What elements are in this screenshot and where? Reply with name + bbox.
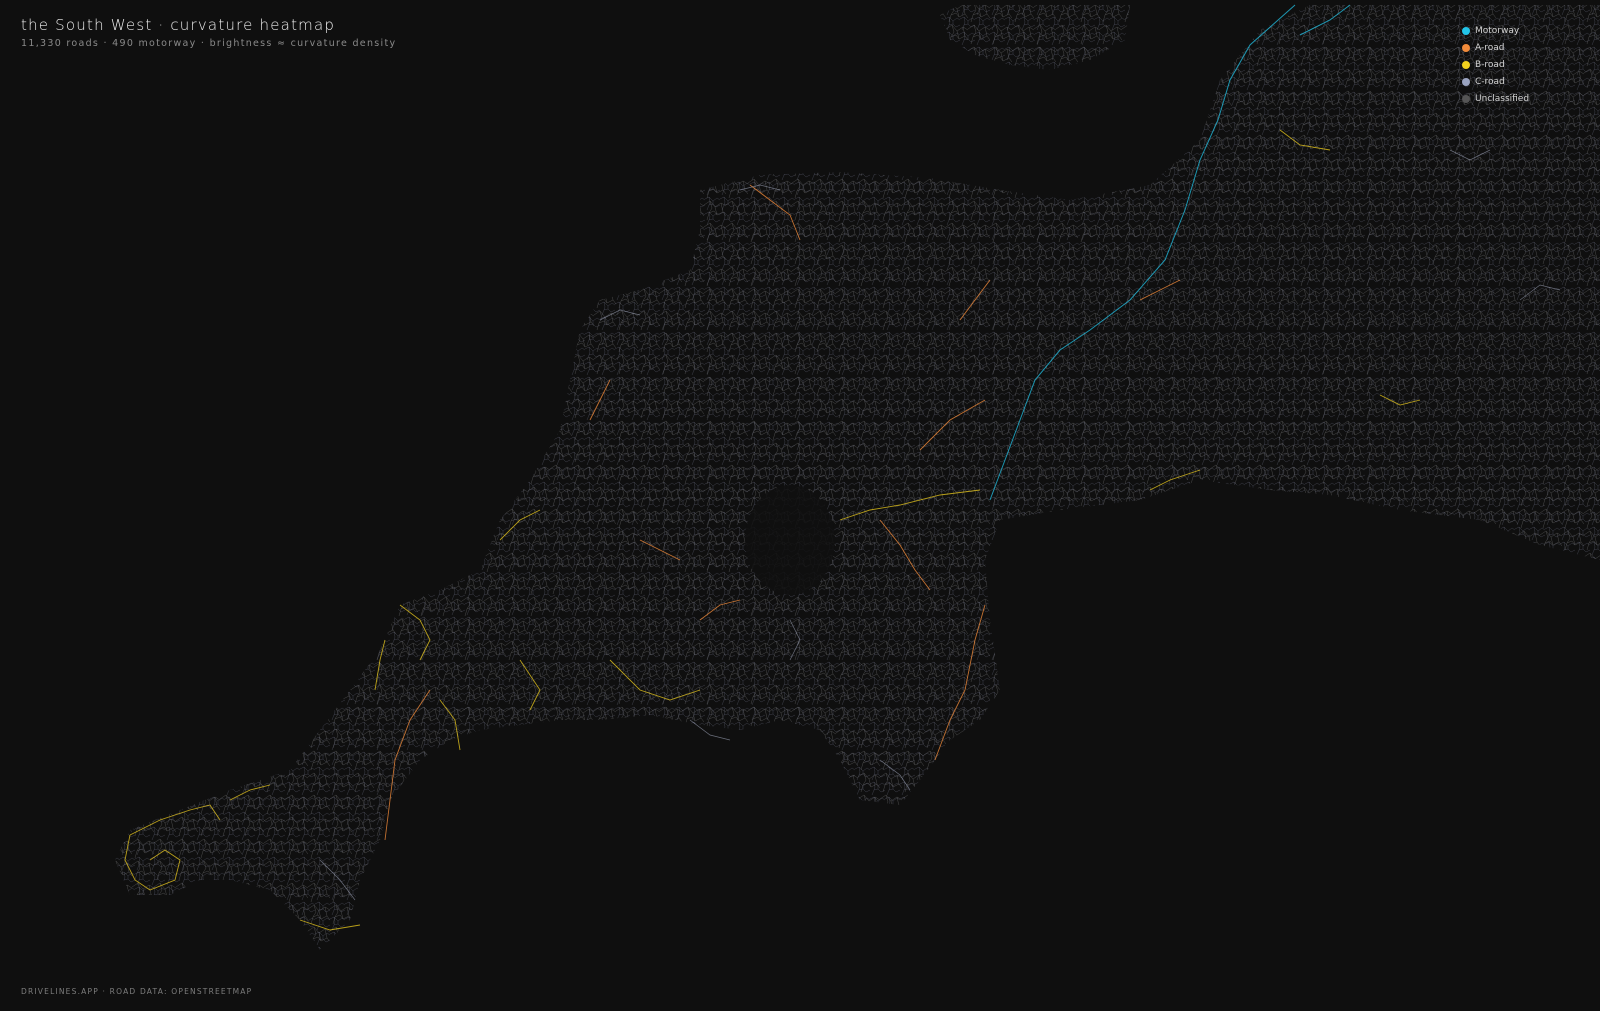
legend-label: B-road bbox=[1475, 59, 1505, 70]
legend-item-a-road: A-road bbox=[1462, 39, 1529, 56]
map-title: the South West · curvature heatmap bbox=[21, 16, 336, 34]
legend: Motorway A-road B-road C-road Unclassifi… bbox=[1462, 22, 1529, 107]
legend-dot-c-road bbox=[1462, 77, 1470, 86]
legend-dot-unclassified bbox=[1462, 94, 1470, 103]
title-block: the South West · curvature heatmap 11,33… bbox=[21, 16, 396, 49]
map-subtitle: 11,330 roads · 490 motorway · brightness… bbox=[21, 38, 397, 49]
legend-dot-motorway bbox=[1462, 26, 1470, 35]
legend-label: Motorway bbox=[1475, 25, 1520, 36]
legend-label: A-road bbox=[1475, 42, 1505, 53]
legend-item-motorway: Motorway bbox=[1462, 22, 1529, 39]
legend-dot-a-road bbox=[1462, 43, 1470, 52]
legend-item-b-road: B-road bbox=[1462, 56, 1529, 73]
land-road-mesh bbox=[115, 5, 1600, 950]
legend-label: C-road bbox=[1475, 76, 1505, 87]
legend-item-c-road: C-road bbox=[1462, 73, 1529, 90]
legend-item-unclassified: Unclassified bbox=[1462, 90, 1529, 107]
road-network-map bbox=[115, 4, 1600, 950]
footer-credit: DRIVELINES.APP · ROAD DATA: OPENSTREETMA… bbox=[21, 987, 253, 996]
legend-dot-b-road bbox=[1462, 60, 1470, 69]
legend-label: Unclassified bbox=[1475, 93, 1530, 104]
